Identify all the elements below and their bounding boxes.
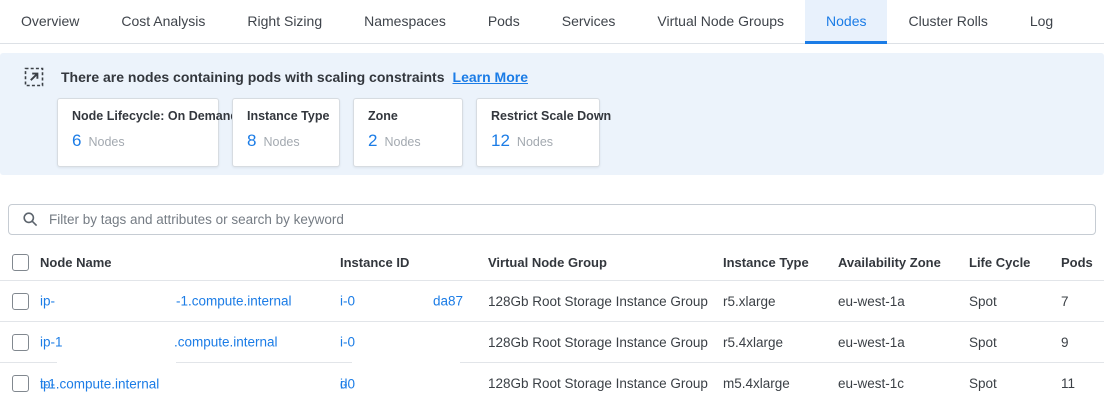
node-name-link[interactable]: ip-1 .compute.internal bbox=[40, 322, 340, 362]
table-row[interactable]: ip- -1.compute.internal i-0 da87 128Gb R… bbox=[0, 281, 1104, 322]
instance-id-link[interactable]: i-0 da87 bbox=[340, 281, 488, 321]
virtual-node-group-cell: 128Gb Root Storage Instance Group bbox=[488, 335, 723, 350]
card-unit: Nodes bbox=[88, 135, 124, 149]
col-availability-zone: Availability Zone bbox=[838, 255, 969, 270]
tab-virtual-node-groups[interactable]: Virtual Node Groups bbox=[636, 0, 805, 44]
nodes-table: Node Name Instance ID Virtual Node Group… bbox=[0, 245, 1104, 404]
card-zone[interactable]: Zone 2 Nodes bbox=[353, 98, 463, 167]
availability-zone-cell: eu-west-1a bbox=[838, 294, 969, 309]
tab-services[interactable]: Services bbox=[541, 0, 637, 44]
instance-type-cell: m5.4xlarge bbox=[723, 376, 838, 391]
col-node-name: Node Name bbox=[40, 255, 340, 270]
search-icon bbox=[22, 211, 39, 228]
col-virtual-node-group: Virtual Node Group bbox=[488, 255, 723, 270]
life-cycle-cell: Spot bbox=[969, 376, 1061, 391]
card-count: 8 bbox=[247, 131, 256, 151]
pods-cell: 7 bbox=[1061, 294, 1104, 309]
availability-zone-cell: eu-west-1a bbox=[838, 335, 969, 350]
col-instance-id: Instance ID bbox=[340, 255, 488, 270]
banner-message: There are nodes containing pods with sca… bbox=[61, 69, 445, 85]
card-title: Zone bbox=[368, 109, 448, 123]
tab-cost-analysis[interactable]: Cost Analysis bbox=[100, 0, 226, 44]
life-cycle-cell: Spot bbox=[969, 335, 1061, 350]
node-name-link[interactable]: ip- t-1.compute.internal bbox=[40, 363, 340, 404]
card-unit: Nodes bbox=[384, 135, 420, 149]
col-life-cycle: Life Cycle bbox=[969, 255, 1061, 270]
virtual-node-group-cell: 128Gb Root Storage Instance Group bbox=[488, 294, 723, 309]
card-count: 6 bbox=[72, 131, 81, 151]
select-all-checkbox[interactable] bbox=[12, 254, 29, 271]
cluster-tabbar: Overview Cost Analysis Right Sizing Name… bbox=[0, 0, 1104, 44]
row-checkbox[interactable] bbox=[12, 334, 29, 351]
row-checkbox[interactable] bbox=[12, 293, 29, 310]
banner-header: There are nodes containing pods with sca… bbox=[0, 53, 1104, 87]
tab-overview[interactable]: Overview bbox=[0, 0, 100, 44]
tab-log[interactable]: Log bbox=[1009, 0, 1074, 44]
life-cycle-cell: Spot bbox=[969, 294, 1061, 309]
row-checkbox[interactable] bbox=[12, 375, 29, 392]
availability-zone-cell: eu-west-1c bbox=[838, 376, 969, 391]
learn-more-link[interactable]: Learn More bbox=[453, 69, 528, 85]
scale-out-icon bbox=[24, 67, 44, 87]
tab-right-sizing[interactable]: Right Sizing bbox=[226, 0, 343, 44]
table-row[interactable]: ip-1 .compute.internal i-0 128Gb Root St… bbox=[0, 322, 1104, 363]
tab-namespaces[interactable]: Namespaces bbox=[343, 0, 467, 44]
tab-cluster-rolls[interactable]: Cluster Rolls bbox=[887, 0, 1008, 44]
redaction-mask bbox=[57, 360, 176, 364]
instance-id-link[interactable]: i-0 bbox=[340, 322, 488, 362]
scaling-constraints-banner: There are nodes containing pods with sca… bbox=[0, 53, 1104, 175]
constraint-cards: Node Lifecycle: On Demand 6 Nodes Instan… bbox=[57, 98, 600, 167]
redaction-mask bbox=[352, 360, 460, 364]
virtual-node-group-cell: 128Gb Root Storage Instance Group bbox=[488, 376, 723, 391]
instance-type-cell: r5.4xlarge bbox=[723, 335, 838, 350]
card-restrict-scale-down[interactable]: Restrict Scale Down 12 Nodes bbox=[476, 98, 600, 167]
tab-nodes[interactable]: Nodes bbox=[805, 0, 887, 44]
table-row[interactable]: ip- t-1.compute.internal i-0 d 128Gb Roo… bbox=[0, 363, 1104, 404]
col-pods: Pods bbox=[1061, 255, 1104, 270]
search-input[interactable] bbox=[49, 212, 1095, 227]
card-title: Restrict Scale Down bbox=[491, 109, 585, 123]
node-name-link[interactable]: ip- -1.compute.internal bbox=[40, 281, 340, 321]
instance-id-link[interactable]: i-0 d bbox=[340, 363, 488, 404]
tab-pods[interactable]: Pods bbox=[467, 0, 541, 44]
card-title: Node Lifecycle: On Demand bbox=[72, 109, 204, 123]
card-node-lifecycle[interactable]: Node Lifecycle: On Demand 6 Nodes bbox=[57, 98, 219, 167]
pods-cell: 9 bbox=[1061, 335, 1104, 350]
card-count: 2 bbox=[368, 131, 377, 151]
filter-search-box[interactable] bbox=[8, 204, 1096, 235]
card-unit: Nodes bbox=[263, 135, 299, 149]
card-title: Instance Type bbox=[247, 109, 325, 123]
col-instance-type: Instance Type bbox=[723, 255, 838, 270]
card-unit: Nodes bbox=[517, 135, 553, 149]
card-count: 12 bbox=[491, 131, 510, 151]
pods-cell: 11 bbox=[1061, 376, 1104, 391]
instance-type-cell: r5.xlarge bbox=[723, 294, 838, 309]
nodes-page: Overview Cost Analysis Right Sizing Name… bbox=[0, 0, 1104, 404]
table-header-row: Node Name Instance ID Virtual Node Group… bbox=[0, 245, 1104, 281]
card-instance-type[interactable]: Instance Type 8 Nodes bbox=[232, 98, 340, 167]
